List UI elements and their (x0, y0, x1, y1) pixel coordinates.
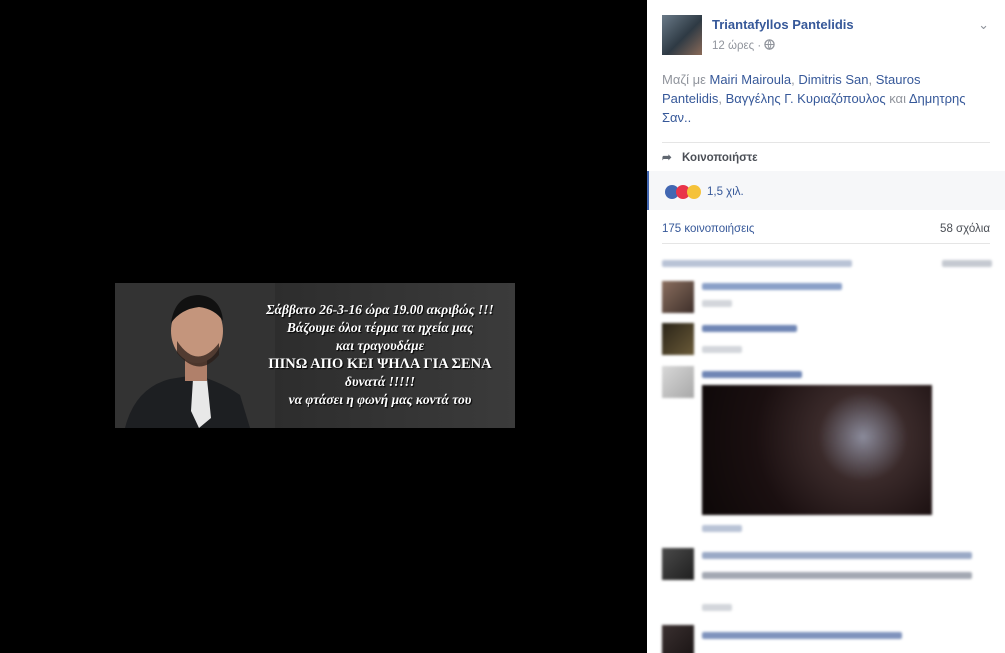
tag-separator: , (718, 91, 722, 106)
reactions-count[interactable]: 1,5 χιλ. (707, 186, 744, 198)
comment-meta (702, 346, 742, 353)
comment-text (702, 572, 972, 579)
post-stats: 175 κοινοποιήσεις 58 σχόλια (662, 223, 990, 235)
comments-count[interactable]: 58 σχόλια (940, 223, 990, 235)
photo-viewer-stage: Σάββατο 26-3-16 ώρα 19.00 ακριβώς !!! Βά… (0, 0, 647, 653)
banner-line-emphasis: ΠΙΝΩ ΑΠΟ ΚΕΙ ΨΗΛΑ ΓΙΑ ΣΕΝΑ (268, 356, 492, 372)
comment-photo[interactable] (702, 385, 932, 515)
post-header: Triantafyllos Pantelidis 12 ώρες · ⌄ (662, 15, 995, 57)
comments-counter (942, 260, 992, 267)
tagged-friend-link[interactable]: Dimitris San (798, 72, 868, 87)
reactions-bar[interactable]: 1,5 χιλ. (647, 171, 1005, 210)
tag-separator: , (791, 72, 795, 87)
banner-line: Βάζουμε όλοι τέρμα τα ηχεία μας (286, 320, 474, 335)
post-meta: 12 ώρες · (712, 39, 776, 52)
banner-line: και τραγουδάμε (335, 338, 425, 353)
comment-text (702, 283, 842, 290)
tag-and: και (889, 91, 906, 106)
sad-reaction-icon (687, 185, 701, 199)
avatar[interactable] (662, 15, 702, 55)
post-side-panel: Triantafyllos Pantelidis 12 ώρες · ⌄ Μαζ… (647, 0, 1005, 653)
banner-text: Σάββατο 26-3-16 ώρα 19.00 ακριβώς !!! Βά… (245, 301, 515, 409)
tagged-friends: Μαζί με Mairi Mairoula, Dimitris San, St… (662, 70, 977, 127)
share-arrow-icon: ➦ (662, 152, 672, 164)
comment-meta (702, 300, 732, 307)
comment-text (702, 632, 902, 639)
comment-text (702, 371, 802, 378)
tagged-friend-link[interactable]: Mairi Mairoula (710, 72, 792, 87)
tagged-friend-link[interactable]: Βαγγέλης Γ. Κυριαζόπουλος (726, 91, 886, 106)
post-timestamp[interactable]: 12 ώρες (712, 40, 754, 52)
with-prefix: Μαζί με (662, 72, 706, 87)
divider (662, 142, 990, 143)
comment-avatar[interactable] (662, 625, 694, 653)
globe-icon (764, 39, 776, 50)
comment-avatar[interactable] (662, 366, 694, 398)
chevron-down-icon[interactable]: ⌄ (978, 17, 989, 33)
banner-line: Σάββατο 26-3-16 ώρα 19.00 ακριβώς !!! (266, 302, 494, 317)
share-label: Κοινοποιήστε (682, 152, 758, 164)
comment-avatar[interactable] (662, 323, 694, 355)
divider (662, 243, 990, 244)
post-author-name[interactable]: Triantafyllos Pantelidis (712, 17, 854, 32)
share-button[interactable]: ➦ Κοινοποιήστε (662, 150, 758, 164)
comment-text (702, 552, 972, 559)
meta-separator: · (757, 40, 765, 52)
view-previous-comments-link[interactable] (662, 260, 852, 267)
banner-line: να φτάσει η φωνή μας κοντά του (288, 392, 472, 407)
comment-meta (702, 525, 742, 532)
shares-count[interactable]: 175 κοινοποιήσεις (662, 223, 754, 235)
comment-avatar[interactable] (662, 548, 694, 580)
banner-line: δυνατά !!!!! (345, 374, 415, 389)
comment-avatar[interactable] (662, 281, 694, 313)
comment-meta (702, 604, 732, 611)
comment-text (702, 325, 797, 332)
tag-separator: , (868, 72, 873, 87)
memorial-banner-image: Σάββατο 26-3-16 ώρα 19.00 ακριβώς !!! Βά… (115, 283, 515, 428)
